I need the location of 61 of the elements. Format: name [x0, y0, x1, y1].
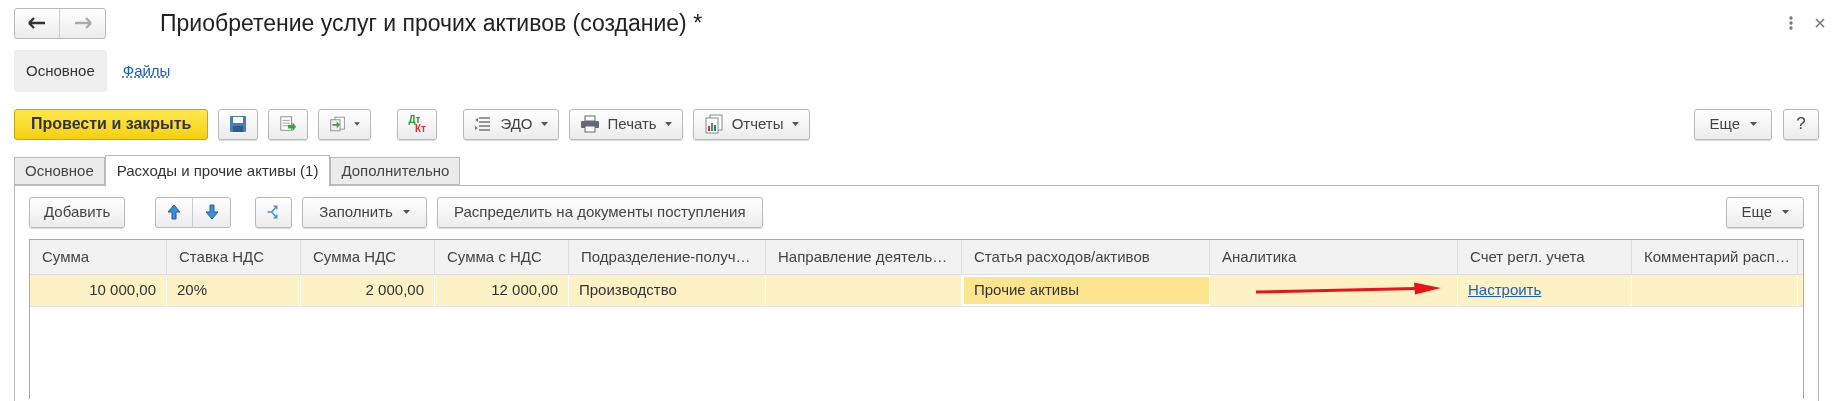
edo-menu-button[interactable]: ЭДО	[463, 108, 559, 140]
caret-icon	[664, 122, 672, 126]
create-based-on-button[interactable]	[318, 108, 372, 140]
window-title: Приобретение услуг и прочих активов (создание) *	[160, 8, 703, 38]
table-row[interactable]: 10 000,00 20% 2 000,00 12 000,00 Производство Прочие активы Настроить	[30, 275, 1803, 307]
caret-icon	[354, 122, 361, 126]
close-icon	[1815, 18, 1825, 28]
fill-menu-button[interactable]: Заполнить	[302, 196, 427, 228]
report-chart-icon	[703, 114, 724, 134]
caret-icon	[540, 122, 548, 126]
column-header: Ставка НДС	[167, 240, 301, 274]
table-cell: 10 000,00	[30, 275, 167, 306]
more-actions-button[interactable]	[1789, 16, 1793, 30]
back-arrow-icon	[28, 17, 46, 29]
column-header: Статья расходов/активов	[962, 240, 1210, 274]
help-button[interactable]: ?	[1783, 108, 1819, 140]
column-header: Сумма	[30, 240, 167, 274]
save-button[interactable]	[218, 108, 259, 140]
caret-icon	[1782, 210, 1789, 214]
table-cell: 20%	[167, 275, 301, 306]
vertical-dots-icon	[1789, 16, 1793, 30]
split-button[interactable]	[255, 196, 293, 228]
column-header: Направление деятель…	[766, 240, 962, 274]
tab[interactable]: Дополнительно	[330, 157, 461, 185]
table-cell[interactable]: Прочие активы	[962, 275, 1210, 306]
caret-icon	[1750, 122, 1757, 126]
printer-icon	[579, 115, 600, 133]
dt-label: Дт	[408, 115, 421, 124]
table-cell: 2 000,00	[301, 275, 435, 306]
post-button[interactable]	[268, 108, 309, 140]
column-header: Сумма НДС	[301, 240, 435, 274]
column-header: Подразделение-получ…	[569, 240, 766, 274]
column-header: Счет регл. учета	[1458, 240, 1632, 274]
column-header: Аналитика	[1210, 240, 1458, 274]
print-menu-button[interactable]: Печать	[568, 108, 683, 140]
kt-label: Кт	[414, 124, 426, 133]
add-button[interactable]: Добавить	[29, 196, 126, 228]
list-arrows-icon	[474, 115, 493, 133]
more-menu-button[interactable]: Еще	[1726, 196, 1804, 228]
setup-link[interactable]: Настроить	[1468, 279, 1542, 302]
documents-arrow-icon	[329, 114, 347, 134]
reports-menu-button[interactable]: Отчеты	[692, 108, 810, 140]
section-link[interactable]: Основное	[14, 50, 107, 92]
more-menu-button[interactable]: Еще	[1694, 108, 1772, 140]
distribute-button[interactable]: Распределить на документы поступления	[436, 196, 763, 228]
caret-icon	[402, 210, 410, 214]
tab[interactable]: Расходы и прочие активы (1)	[104, 155, 331, 186]
dt-kt-button[interactable]: Дт Кт	[397, 108, 438, 140]
table-cell: 12 000,00	[435, 275, 569, 306]
close-button[interactable]	[1815, 18, 1825, 28]
column-header: Сумма с НДС	[435, 240, 569, 274]
document-arrow-icon	[279, 114, 298, 134]
forward-arrow-icon	[73, 17, 92, 29]
table-cell: Производство	[569, 275, 766, 306]
section-link[interactable]: Файлы	[122, 59, 171, 83]
post-and-close-button[interactable]: Провести и закрыть	[14, 108, 209, 140]
column-header: Комментарий расп…	[1632, 240, 1798, 274]
tab[interactable]: Основное	[14, 157, 105, 185]
caret-icon	[791, 122, 799, 126]
down-arrow-icon	[204, 204, 219, 220]
up-arrow-icon	[167, 204, 182, 220]
